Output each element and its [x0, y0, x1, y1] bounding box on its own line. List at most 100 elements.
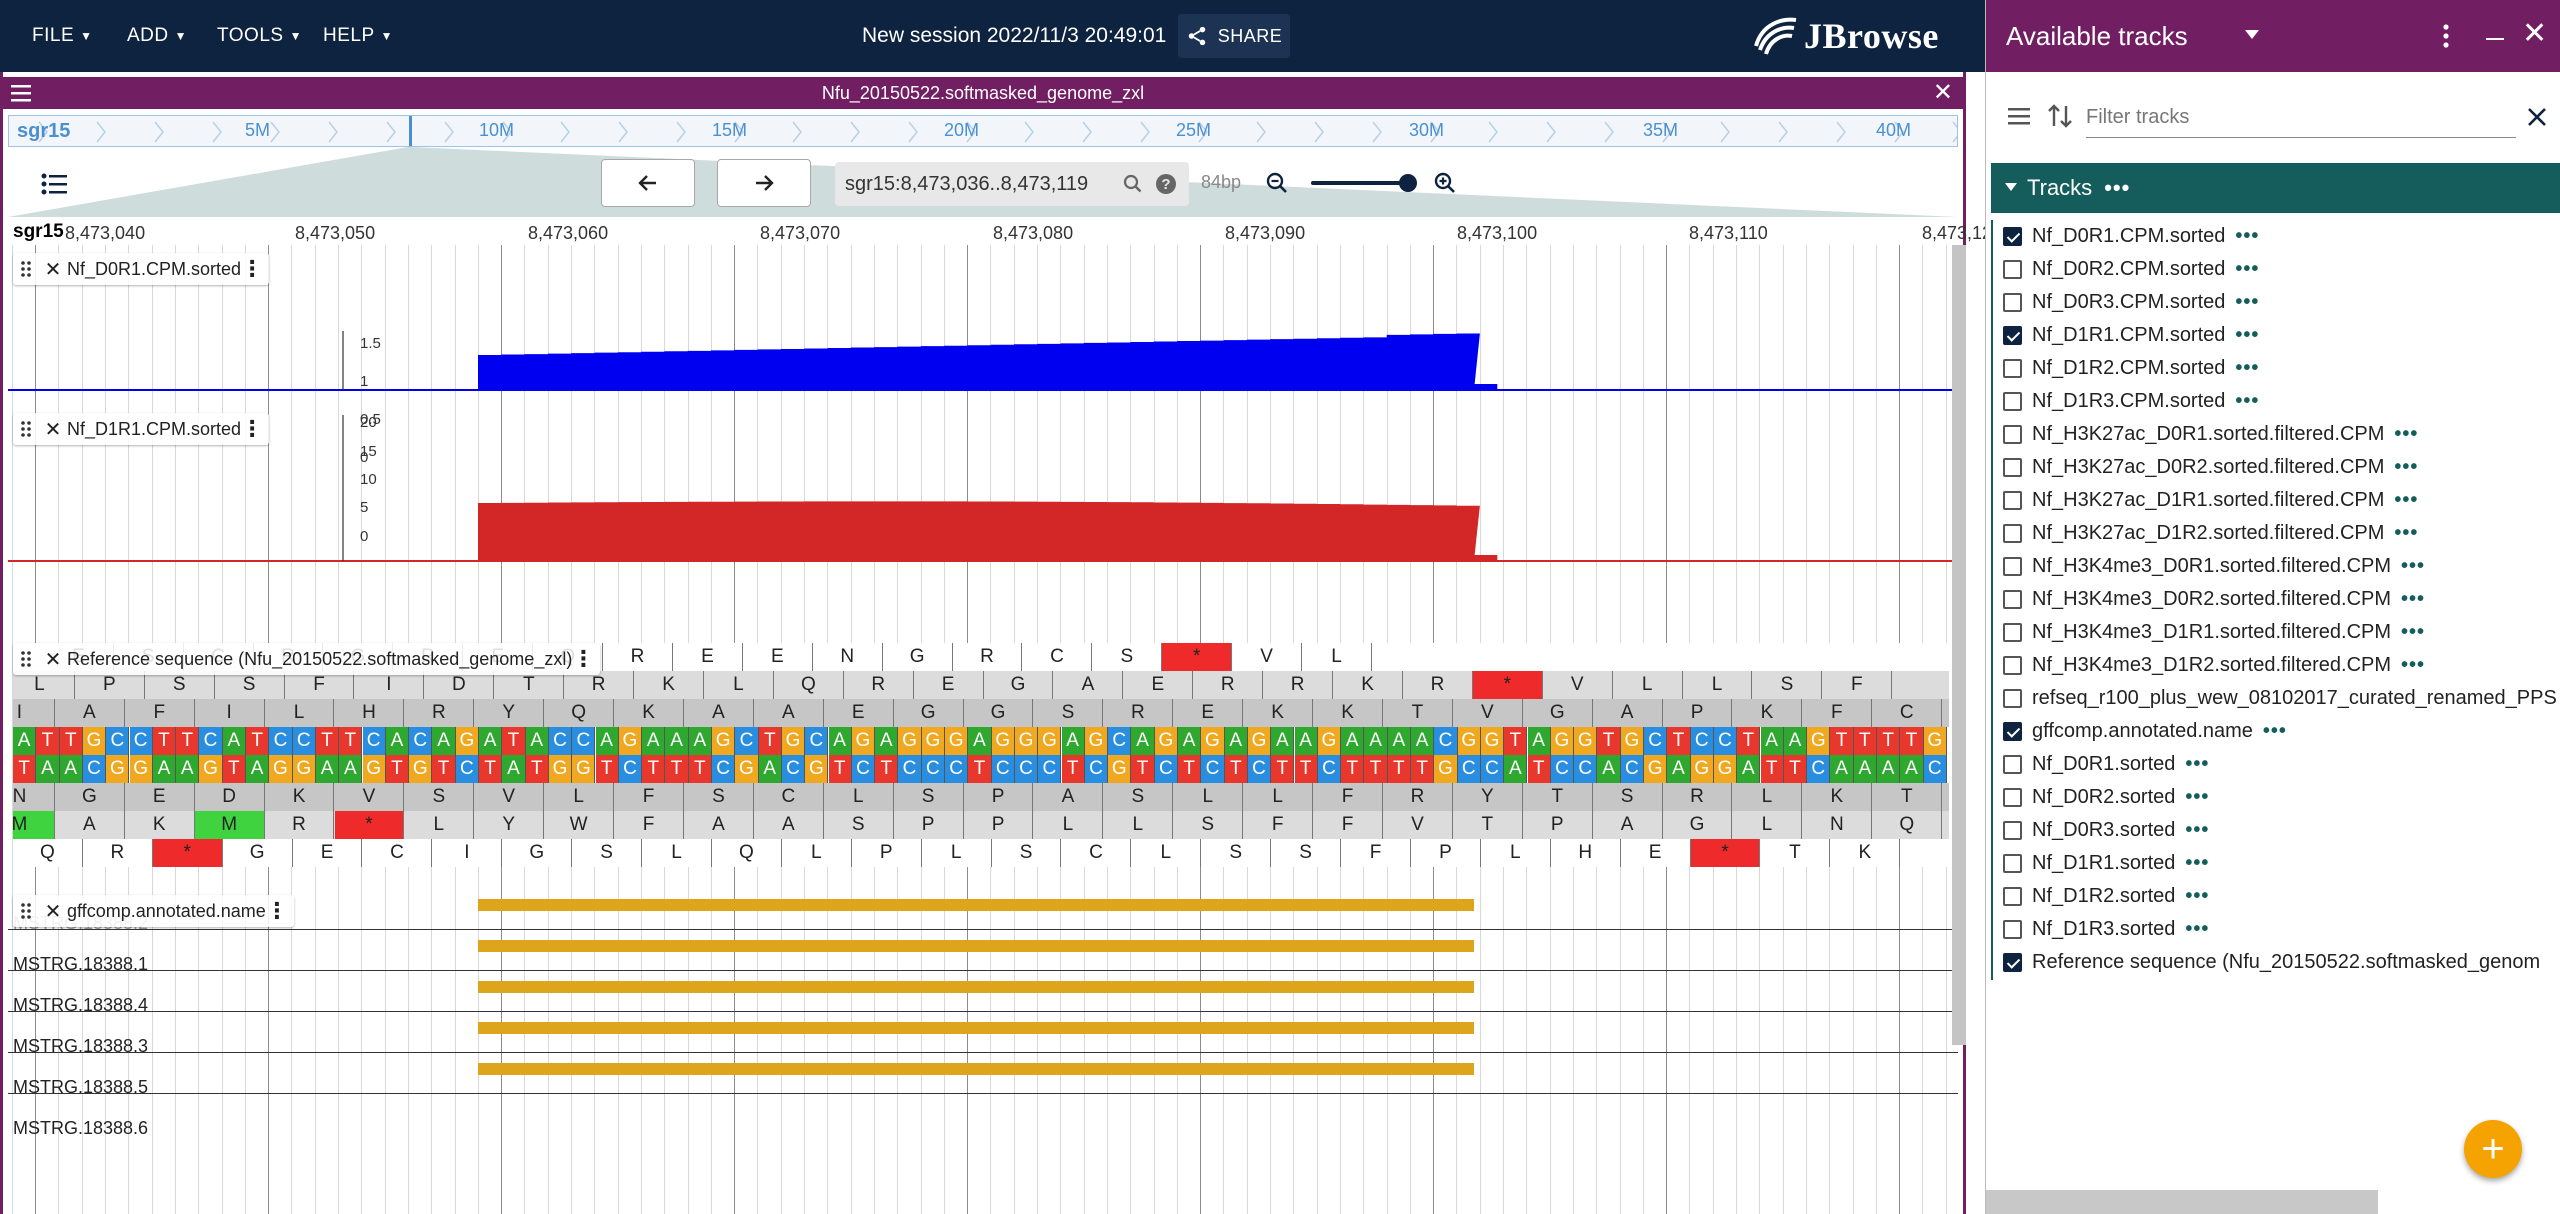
minimize-icon[interactable]	[2486, 38, 2504, 40]
horizontal-scrollbar[interactable]	[1986, 1190, 2378, 1214]
track-list-item[interactable]: Reference sequence (Nfu_20150522.softmas…	[1993, 946, 2560, 979]
feature-glyph[interactable]	[478, 899, 1474, 911]
checkbox-unchecked-icon[interactable]	[2003, 293, 2022, 312]
track-label-d1r1[interactable]: ✕ Nf_D1R1.CPM.sorted ⋮	[13, 413, 270, 445]
checkbox-checked-icon[interactable]	[2003, 326, 2022, 345]
track-item-menu-icon[interactable]: •••	[2185, 852, 2209, 875]
track-list-item[interactable]: Nf_H3K27ac_D0R1.sorted.filtered.CPM •••	[1993, 418, 2560, 451]
overview-scale-bar[interactable]: sgr15 5M 10M 15M 20M 25M 30M 35M 40M	[8, 115, 1958, 147]
track-item-menu-icon[interactable]: •••	[2235, 258, 2259, 281]
scroll-right-button[interactable]	[717, 159, 811, 207]
track-menu-icon[interactable]: ⋮	[266, 898, 288, 924]
track-item-menu-icon[interactable]: •••	[2235, 357, 2259, 380]
track-list-item[interactable]: Nf_H3K4me3_D0R2.sorted.filtered.CPM •••	[1993, 583, 2560, 616]
feature-glyph[interactable]	[478, 1022, 1474, 1034]
drag-handle-icon[interactable]	[13, 420, 39, 438]
add-menu-button[interactable]: ADD ▼	[127, 0, 187, 72]
checkbox-checked-icon[interactable]	[2003, 227, 2022, 246]
drag-handle-icon[interactable]	[13, 260, 39, 278]
track-list-item[interactable]: Nf_H3K4me3_D0R1.sorted.filtered.CPM •••	[1993, 550, 2560, 583]
share-button[interactable]: SHARE	[1178, 14, 1290, 58]
feature-name[interactable]: MSTRG.18388.5	[13, 1077, 148, 1098]
track-item-menu-icon[interactable]: •••	[2185, 753, 2209, 776]
sort-icon[interactable]	[2047, 102, 2073, 130]
track-item-menu-icon[interactable]: •••	[2401, 588, 2425, 611]
track-item-menu-icon[interactable]: •••	[2394, 489, 2418, 512]
checkbox-checked-icon[interactable]	[2003, 953, 2022, 972]
track-menu-icon[interactable]: ⋮	[572, 646, 594, 672]
track-list-item[interactable]: refseq_r100_plus_wew_08102017_curated_re…	[1993, 682, 2560, 715]
category-menu-icon[interactable]: •••	[2104, 175, 2130, 201]
track-list-icon[interactable]	[41, 172, 67, 196]
track-list-item[interactable]: Nf_D0R3.CPM.sorted •••	[1993, 286, 2560, 319]
track-list-item[interactable]: Nf_D1R1.sorted •••	[1993, 847, 2560, 880]
zoom-slider[interactable]	[1311, 181, 1411, 185]
track-list-item[interactable]: Nf_D1R3.CPM.sorted •••	[1993, 385, 2560, 418]
track-item-menu-icon[interactable]: •••	[2185, 786, 2209, 809]
checkbox-unchecked-icon[interactable]	[2003, 656, 2022, 675]
track-label-gff[interactable]: ✕ gffcomp.annotated.name ⋮	[13, 895, 294, 927]
close-track-icon[interactable]: ✕	[39, 899, 67, 924]
d0r1-coverage-plot[interactable]	[8, 245, 1958, 405]
feature-name[interactable]: MSTRG.18388.3	[13, 1036, 148, 1057]
feature-glyph[interactable]	[478, 1063, 1474, 1075]
checkbox-unchecked-icon[interactable]	[2003, 359, 2022, 378]
tools-menu-button[interactable]: TOOLS ▼	[217, 0, 302, 72]
search-icon[interactable]	[1123, 174, 1143, 194]
feature-glyph[interactable]	[478, 940, 1474, 952]
checkbox-unchecked-icon[interactable]	[2003, 821, 2022, 840]
track-item-menu-icon[interactable]: •••	[2401, 621, 2425, 644]
caret-down-icon[interactable]	[2245, 30, 2259, 40]
coordinate-ruler[interactable]: sgr15 8,473,040 8,473,050 8,473,060 8,47…	[8, 217, 2002, 245]
help-menu-button[interactable]: HELP ▼	[323, 0, 393, 72]
checkbox-unchecked-icon[interactable]	[2003, 590, 2022, 609]
file-menu-button[interactable]: FILE ▼	[32, 0, 93, 72]
checkbox-unchecked-icon[interactable]	[2003, 887, 2022, 906]
track-list-item[interactable]: Nf_D0R2.sorted •••	[1993, 781, 2560, 814]
checkbox-unchecked-icon[interactable]	[2003, 425, 2022, 444]
location-search-input[interactable]: sgr15:8,473,036..8,473,119 ?	[835, 162, 1189, 206]
checkbox-unchecked-icon[interactable]	[2003, 755, 2022, 774]
checkbox-unchecked-icon[interactable]	[2003, 623, 2022, 642]
track-item-menu-icon[interactable]: •••	[2235, 291, 2259, 314]
track-item-menu-icon[interactable]: •••	[2394, 522, 2418, 545]
track-label-d0r1[interactable]: ✕ Nf_D0R1.CPM.sorted ⋮	[13, 253, 270, 285]
track-list-item[interactable]: Nf_H3K4me3_D1R1.sorted.filtered.CPM •••	[1993, 616, 2560, 649]
close-track-icon[interactable]: ✕	[39, 257, 67, 282]
track-label-refseq[interactable]: ✕ Reference sequence (Nfu_20150522.softm…	[13, 643, 601, 675]
track-list-item[interactable]: gffcomp.annotated.name •••	[1993, 715, 2560, 748]
d1r1-coverage-plot[interactable]	[8, 405, 1958, 565]
close-panel-icon[interactable]: ✕	[2522, 19, 2547, 49]
close-view-icon[interactable]: ✕	[1933, 81, 1953, 105]
category-header[interactable]: Tracks •••	[1991, 163, 2560, 213]
add-track-fab[interactable]: +	[2464, 1120, 2522, 1178]
zoom-out-icon[interactable]	[1265, 171, 1289, 195]
checkbox-unchecked-icon[interactable]	[2003, 557, 2022, 576]
drag-handle-icon[interactable]	[13, 650, 39, 668]
track-list-item[interactable]: Nf_D1R3.sorted •••	[1993, 913, 2560, 946]
track-item-menu-icon[interactable]: •••	[2401, 555, 2425, 578]
feature-name[interactable]: MSTRG.18388.1	[13, 954, 148, 975]
help-icon[interactable]: ?	[1155, 173, 1177, 195]
filter-tracks-input[interactable]	[2086, 98, 2516, 138]
track-item-menu-icon[interactable]: •••	[2185, 918, 2209, 941]
checkbox-unchecked-icon[interactable]	[2003, 788, 2022, 807]
checkbox-unchecked-icon[interactable]	[2003, 854, 2022, 873]
track-item-menu-icon[interactable]: •••	[2394, 456, 2418, 479]
track-item-menu-icon[interactable]: •••	[2401, 654, 2425, 677]
track-list-item[interactable]: Nf_D0R1.sorted •••	[1993, 748, 2560, 781]
checkbox-unchecked-icon[interactable]	[2003, 392, 2022, 411]
checkbox-unchecked-icon[interactable]	[2003, 260, 2022, 279]
track-item-menu-icon[interactable]: •••	[2235, 390, 2259, 413]
track-item-menu-icon[interactable]: •••	[2235, 324, 2259, 347]
track-item-menu-icon[interactable]: •••	[2185, 819, 2209, 842]
feature-name[interactable]: MSTRG.18388.4	[13, 995, 148, 1016]
feature-glyph[interactable]	[478, 981, 1474, 993]
zoom-slider-thumb[interactable]	[1399, 174, 1417, 192]
checkbox-unchecked-icon[interactable]	[2003, 689, 2022, 708]
session-title[interactable]: New session 2022/11/3 20:49:01	[862, 0, 1166, 72]
track-menu-icon[interactable]: ⋮	[241, 256, 263, 282]
track-item-menu-icon[interactable]: •••	[2235, 225, 2259, 248]
scroll-left-button[interactable]	[601, 159, 695, 207]
drag-handle-icon[interactable]	[13, 902, 39, 920]
